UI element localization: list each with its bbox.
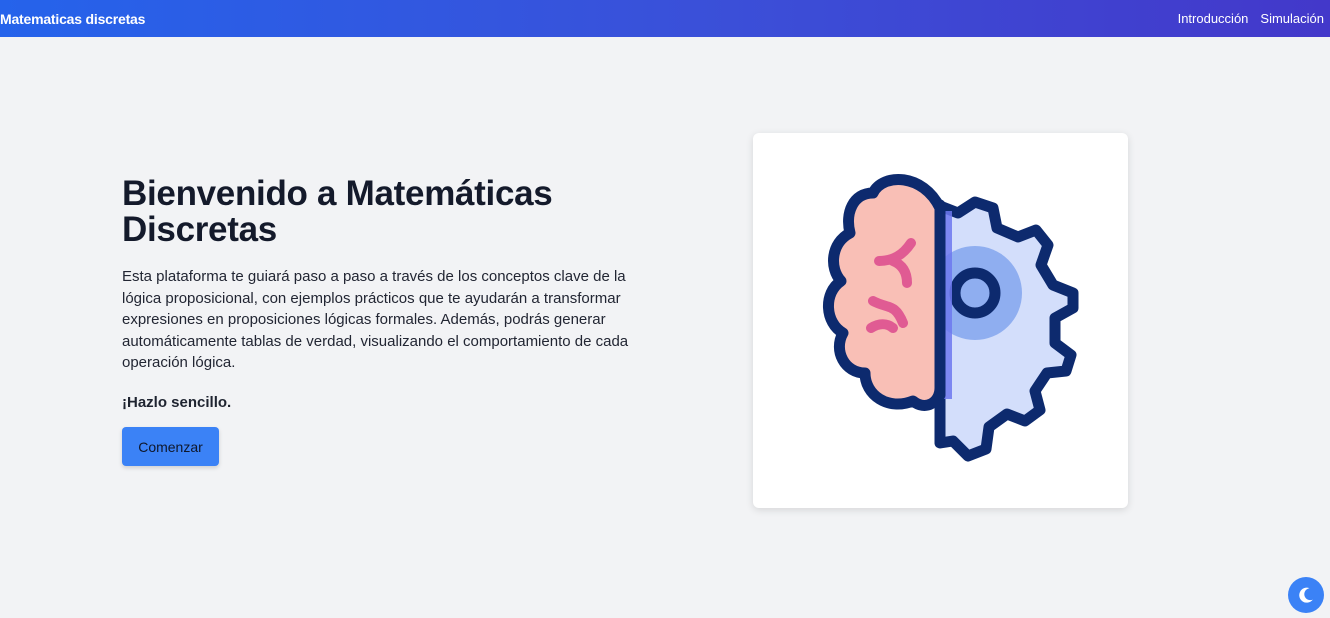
brain-gear-icon xyxy=(823,174,1079,462)
nav-links: Introducción Simulación xyxy=(1178,11,1330,26)
hero-section: Bienvenido a Matemáticas Discretas Esta … xyxy=(122,174,642,466)
moon-icon xyxy=(1299,587,1313,603)
hero-description: Esta plataforma te guiará paso a paso a … xyxy=(122,268,629,371)
illustration-card xyxy=(753,133,1128,508)
theme-toggle-button[interactable] xyxy=(1288,577,1324,613)
nav-link-simulacion[interactable]: Simulación xyxy=(1260,11,1324,26)
start-button[interactable]: Comenzar xyxy=(122,427,219,466)
hero-tagline: ¡Hazlo sencillo. xyxy=(122,393,232,411)
navbar: Matematicas discretas Introducción Simul… xyxy=(0,0,1330,37)
hero-title: Bienvenido a Matemáticas Discretas xyxy=(122,174,553,249)
nav-link-introduccion[interactable]: Introducción xyxy=(1178,11,1249,26)
brand-link[interactable]: Matematicas discretas xyxy=(0,11,145,27)
